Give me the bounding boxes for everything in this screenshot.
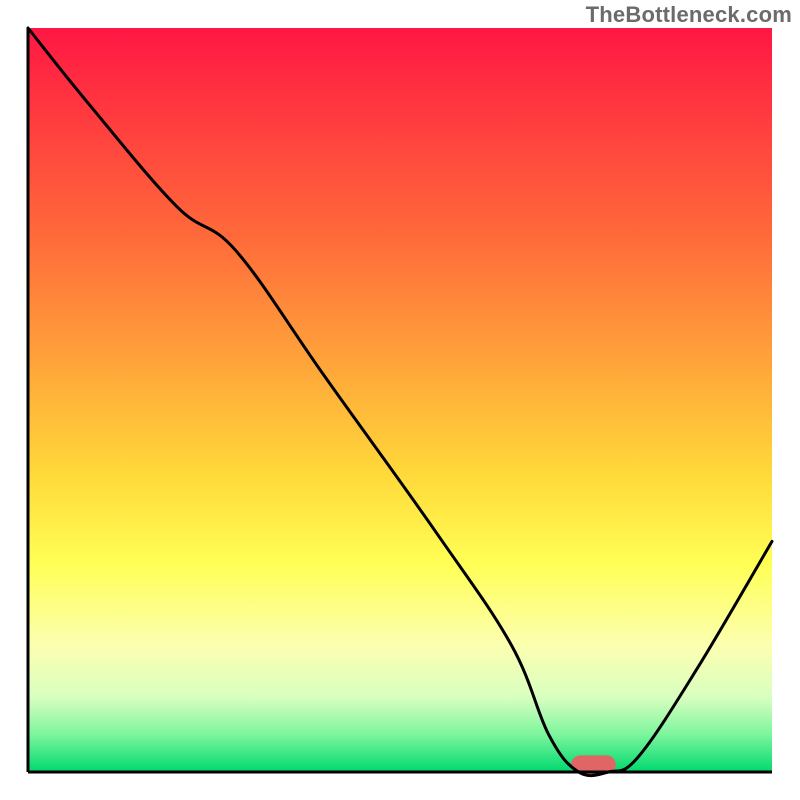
chart-container: TheBottleneck.com xyxy=(0,0,800,800)
watermark-text: TheBottleneck.com xyxy=(586,2,792,28)
bottleneck-chart xyxy=(0,0,800,800)
plot-background xyxy=(28,28,772,772)
